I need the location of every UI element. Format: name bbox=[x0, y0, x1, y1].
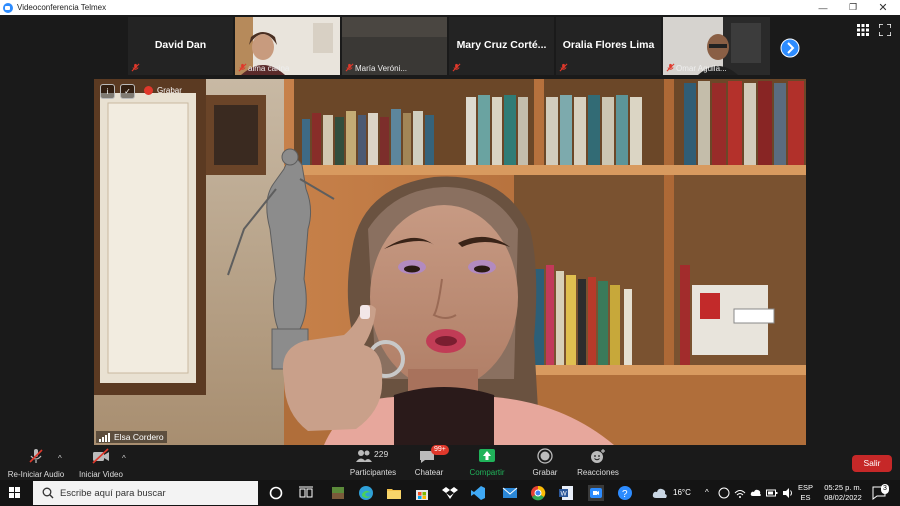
reactions-label: Reacciones bbox=[577, 468, 619, 477]
participants-label: Participantes bbox=[349, 468, 397, 477]
record-label: Grabar bbox=[157, 86, 182, 95]
temperature[interactable]: 16°C bbox=[673, 480, 691, 506]
video-label: Iniciar Video bbox=[79, 470, 123, 479]
microsoft-store-icon[interactable] bbox=[414, 485, 430, 501]
onedrive-icon[interactable] bbox=[718, 487, 730, 499]
speaker-name-tag: Elsa Cordero bbox=[96, 431, 167, 443]
muted-mic-icon bbox=[131, 63, 140, 72]
restore-button[interactable]: ❐ bbox=[838, 0, 868, 15]
svg-text:W: W bbox=[561, 491, 568, 498]
taskbar-search-box[interactable]: Escribe aquí para buscar bbox=[33, 481, 258, 505]
dropbox-icon[interactable] bbox=[442, 485, 458, 501]
audio-label: Re-Iniciar Audio bbox=[7, 470, 65, 479]
minecraft-icon[interactable] bbox=[330, 485, 346, 501]
chrome-icon[interactable] bbox=[530, 485, 546, 501]
participant-tile-omar[interactable]: Omar Aguila... bbox=[663, 17, 770, 75]
window-title: Videoconferencia Telmex bbox=[17, 3, 107, 12]
zoom-app-icon[interactable] bbox=[588, 485, 604, 501]
participant-name: Mary Cruz Corté... bbox=[456, 39, 547, 51]
notification-count: 3 bbox=[881, 484, 889, 494]
record-button[interactable]: Grabar bbox=[528, 448, 562, 477]
gallery-view-icon[interactable] bbox=[857, 24, 869, 36]
reactions-emoji-icon bbox=[591, 449, 605, 463]
share-screen-button[interactable]: Compartir bbox=[466, 448, 508, 477]
file-explorer-icon[interactable] bbox=[386, 485, 402, 501]
muted-mic-icon bbox=[452, 63, 461, 72]
muted-mic-icon bbox=[345, 63, 354, 72]
reactions-button[interactable]: Reacciones bbox=[574, 448, 622, 477]
audio-button[interactable]: Re-Iniciar Audio bbox=[4, 448, 68, 479]
language-code: ESP bbox=[798, 483, 814, 492]
close-button[interactable]: ✕ bbox=[868, 0, 898, 15]
participant-name: David Dan bbox=[154, 39, 207, 51]
network-icon[interactable] bbox=[734, 487, 746, 499]
recording-indicator[interactable]: Grabar bbox=[144, 86, 182, 95]
edge-browser-icon[interactable] bbox=[358, 485, 374, 501]
share-screen-icon bbox=[479, 449, 495, 462]
clock-date: 08/02/2022 bbox=[824, 493, 862, 502]
meeting-toolbar: Re-Iniciar Audio ^ Iniciar Video ^ 229 P… bbox=[0, 445, 900, 479]
participant-tile-mary[interactable]: Mary Cruz Corté... bbox=[449, 17, 554, 75]
video-button[interactable]: Iniciar Video bbox=[76, 448, 126, 479]
muted-mic-icon bbox=[29, 449, 43, 463]
participants-icon bbox=[356, 450, 372, 462]
muted-mic-icon bbox=[666, 63, 675, 72]
fullscreen-icon[interactable] bbox=[879, 24, 891, 36]
participant-tile-alma[interactable]: alma carina bbox=[235, 17, 340, 75]
participant-tile-oralia[interactable]: Oralia Flores Lima bbox=[556, 17, 661, 75]
muted-mic-icon bbox=[559, 63, 568, 72]
share-label: Compartir bbox=[469, 468, 505, 477]
participant-tile-maria[interactable]: María Veróni... bbox=[342, 17, 447, 75]
record-label: Grabar bbox=[532, 468, 558, 477]
participants-button[interactable]: 229 Participantes bbox=[346, 448, 400, 477]
chat-notification-badge: 99+ bbox=[431, 445, 449, 455]
search-placeholder: Escribe aquí para buscar bbox=[60, 487, 166, 499]
app-logo-icon bbox=[3, 2, 13, 13]
task-view-icon[interactable] bbox=[298, 485, 314, 501]
tray-chevron-icon[interactable]: ^ bbox=[705, 480, 709, 506]
next-page-arrow-icon[interactable] bbox=[780, 38, 800, 58]
word-icon[interactable]: W bbox=[558, 485, 574, 501]
windows-taskbar: Escribe aquí para buscar W ? 16°C ^ ESP … bbox=[0, 480, 900, 506]
input-language[interactable]: ESP ES bbox=[798, 483, 813, 503]
signal-bars-icon bbox=[99, 433, 111, 442]
battery-icon[interactable] bbox=[766, 487, 778, 499]
leave-meeting-button[interactable]: Salir bbox=[852, 455, 892, 472]
gallery-strip: David Dan alma carina María Veróni... Ma… bbox=[0, 15, 900, 77]
speaker-name: Elsa Cordero bbox=[114, 432, 164, 442]
chat-button[interactable]: 99+ Chatear bbox=[410, 445, 449, 477]
cloud-sync-icon[interactable] bbox=[750, 487, 762, 499]
vscode-like-icon[interactable] bbox=[470, 485, 486, 501]
participants-count: 229 bbox=[374, 449, 389, 459]
chat-label: Chatear bbox=[414, 468, 444, 477]
main-speaker-video[interactable]: i ✓ Grabar Elsa Cordero bbox=[94, 79, 806, 445]
search-icon bbox=[42, 487, 54, 499]
audio-options-caret-icon[interactable]: ^ bbox=[58, 454, 62, 463]
cortana-icon[interactable] bbox=[268, 485, 284, 501]
participant-tile-david[interactable]: David Dan bbox=[128, 17, 233, 75]
participant-label: alma carina bbox=[248, 64, 290, 73]
title-bar: Videoconferencia Telmex — ❐ ✕ bbox=[0, 0, 900, 15]
clock[interactable]: 05:25 p. m. 08/02/2022 bbox=[821, 483, 865, 503]
video-off-icon bbox=[92, 448, 109, 464]
windows-start-icon[interactable] bbox=[9, 487, 21, 499]
minimize-button[interactable]: — bbox=[808, 0, 838, 15]
clock-time: 05:25 p. m. bbox=[824, 483, 862, 492]
record-icon bbox=[537, 448, 553, 464]
speaker-video-frame bbox=[94, 79, 806, 445]
svg-text:?: ? bbox=[622, 489, 628, 500]
participant-name: Oralia Flores Lima bbox=[562, 39, 655, 51]
meeting-info-icon[interactable]: i bbox=[100, 84, 115, 99]
security-shield-icon[interactable]: ✓ bbox=[120, 84, 135, 99]
help-icon[interactable]: ? bbox=[617, 485, 633, 501]
muted-mic-icon bbox=[238, 63, 247, 72]
video-options-caret-icon[interactable]: ^ bbox=[122, 454, 126, 463]
weather-cloud-icon[interactable] bbox=[652, 486, 668, 500]
volume-icon[interactable] bbox=[782, 487, 794, 499]
participant-label: María Veróni... bbox=[355, 64, 408, 73]
language-sub: ES bbox=[800, 493, 811, 502]
mail-icon[interactable] bbox=[502, 485, 518, 501]
participant-label: Omar Aguila... bbox=[676, 64, 727, 73]
record-dot-icon bbox=[144, 86, 153, 95]
